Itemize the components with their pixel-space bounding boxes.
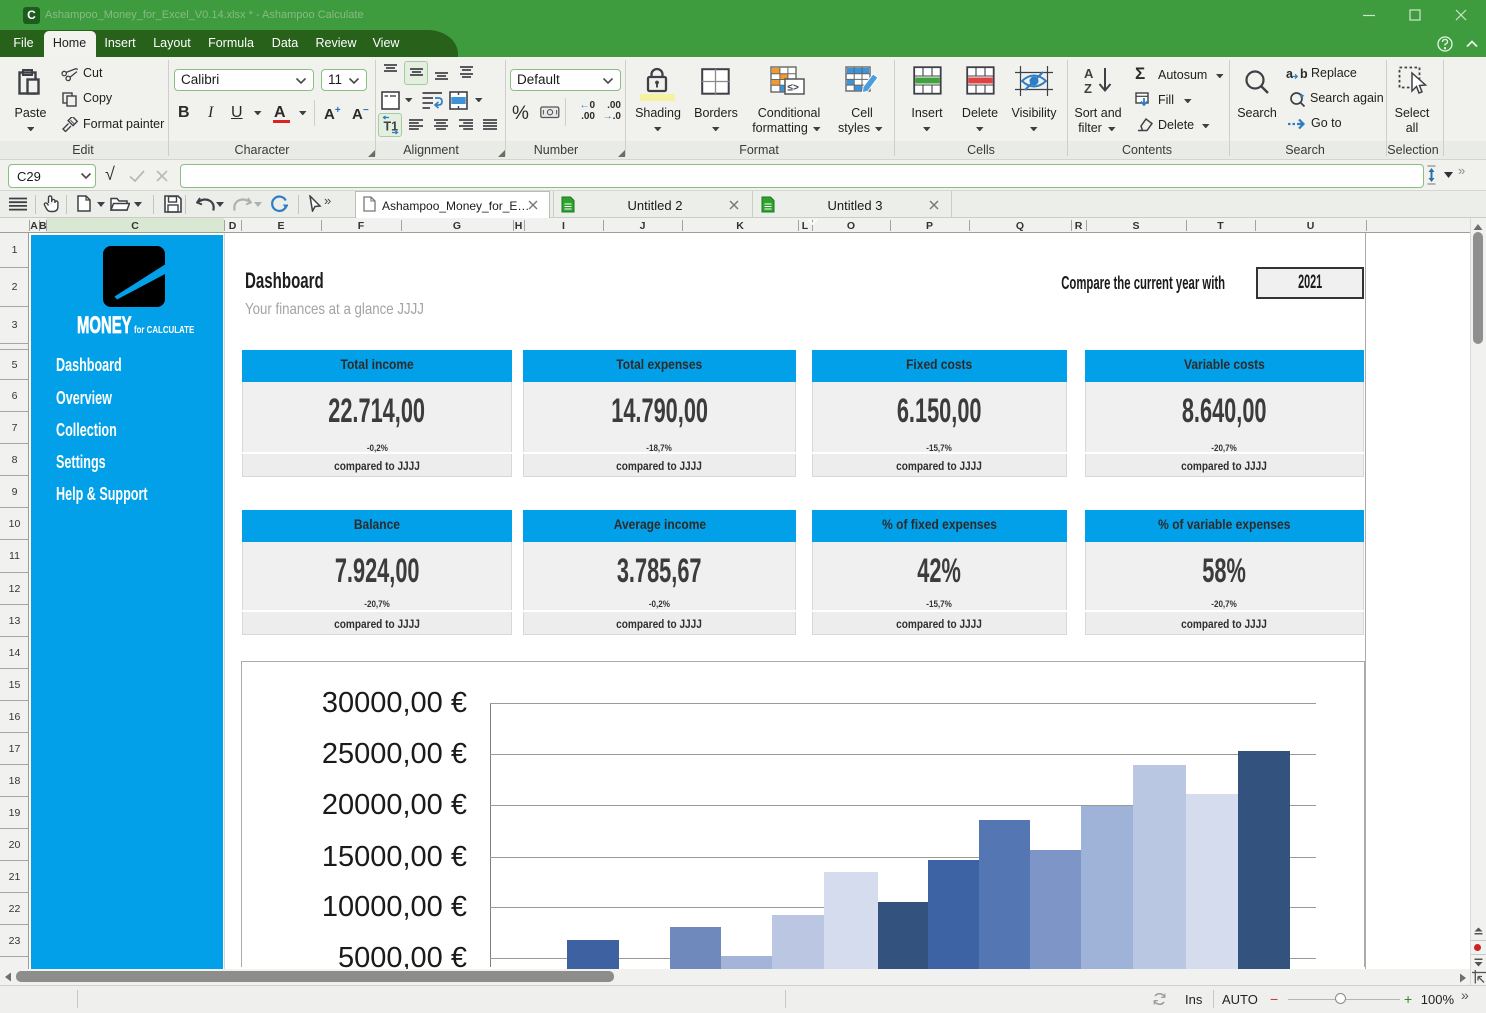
svg-text:≤>: ≤>	[788, 83, 799, 94]
svg-text:A: A	[1084, 66, 1094, 81]
svg-text:Z: Z	[1084, 81, 1092, 96]
